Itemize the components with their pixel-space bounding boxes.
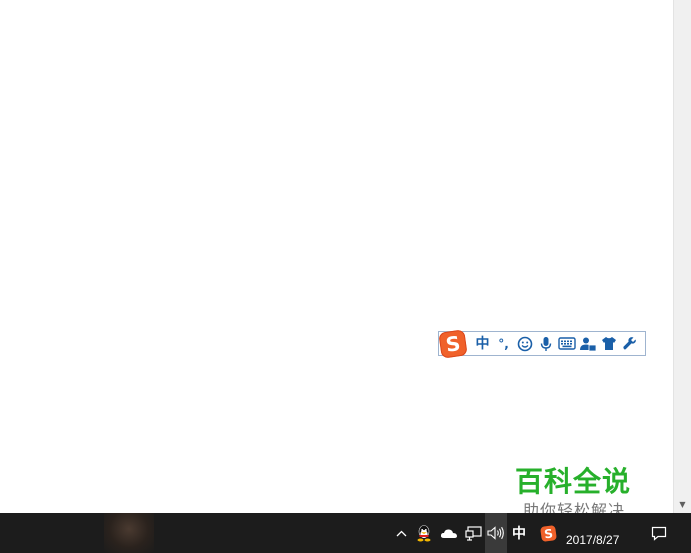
smiley-icon[interactable] (514, 333, 535, 355)
vertical-scrollbar[interactable]: ▼ (673, 0, 691, 513)
sogou-logo-icon[interactable]: S (438, 329, 468, 359)
qq-penguin-icon[interactable] (413, 513, 435, 553)
action-center-notification-icon[interactable] (646, 513, 672, 553)
taskbar: 中 S 2017/8/27 (0, 513, 691, 553)
tshirt-icon[interactable] (598, 333, 619, 355)
keyboard-icon[interactable] (556, 333, 577, 355)
clock-date[interactable]: 2017/8/27 (566, 533, 619, 547)
scroll-down-arrow-icon[interactable]: ▼ (674, 496, 691, 513)
volume-icon[interactable] (485, 513, 507, 553)
ime-punctuation-button[interactable]: °, (493, 333, 514, 355)
watermark-title: 百科全说 (515, 465, 632, 498)
microphone-icon[interactable] (535, 333, 556, 355)
network-icon[interactable] (462, 513, 484, 553)
user-icon[interactable] (577, 333, 598, 355)
show-hidden-icons-button[interactable] (392, 513, 410, 553)
content-area (0, 0, 673, 513)
sogou-tray-icon[interactable]: S (537, 513, 559, 553)
ime-toolbar[interactable]: S 中 °, (438, 329, 646, 359)
onedrive-cloud-icon[interactable] (438, 513, 460, 553)
sogou-tray-logo: S (539, 524, 557, 542)
taskbar-app-thumbnail[interactable] (104, 513, 154, 553)
watermark: 百科全说 助你轻松解决 (493, 454, 668, 521)
ime-language-indicator[interactable]: 中 (509, 513, 529, 553)
ime-chinese-mode-button[interactable]: 中 (472, 333, 493, 355)
wrench-icon[interactable] (619, 333, 640, 355)
